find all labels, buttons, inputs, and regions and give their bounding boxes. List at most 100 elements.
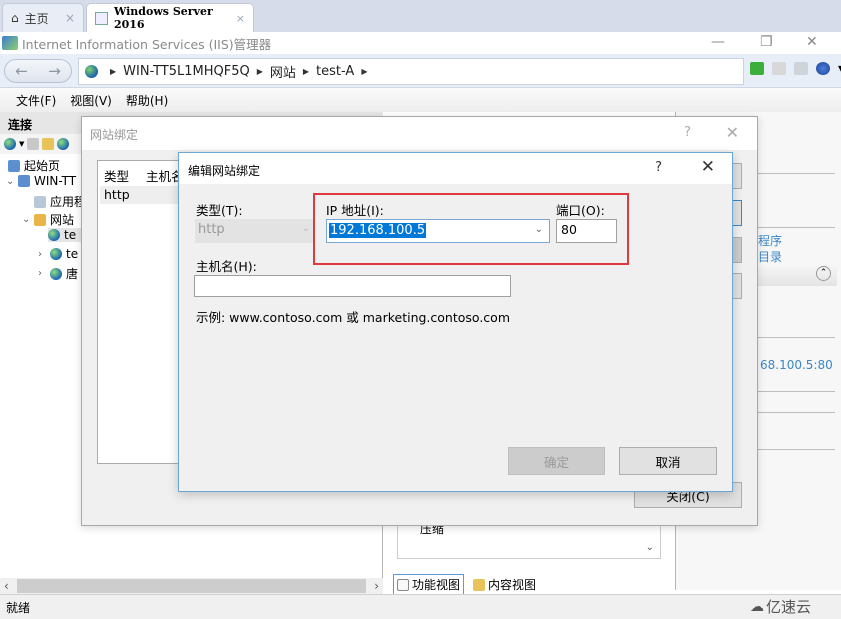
type-label: 类型(T): (196, 203, 243, 218)
scroll-right-icon[interactable]: › (370, 579, 383, 593)
tree-item-server[interactable]: ⌄ WIN-TT (6, 174, 76, 188)
menu-help[interactable]: 帮助(H) (126, 92, 168, 109)
minimize-button[interactable]: — (711, 34, 725, 50)
tree-item-sites[interactable]: ⌄ 网站 (22, 211, 74, 228)
tab-label: Windows Server 2016 (113, 5, 213, 31)
save-icon[interactable] (27, 138, 40, 150)
menu-bar: 文件(F) 视图(V) 帮助(H) (0, 88, 841, 112)
dialog-header: 网站绑定 ? ✕ (82, 117, 757, 150)
restore-button[interactable]: ❐ (760, 34, 773, 50)
nav-buttons: ← → (4, 59, 72, 83)
type-select: http ⌄ (195, 219, 315, 243)
scrollbar-thumb[interactable] (16, 579, 367, 593)
close-icon[interactable]: × (65, 11, 75, 25)
status-bar: 就绪 (0, 594, 841, 619)
app-pool-icon (34, 195, 46, 208)
tab-content-view[interactable]: 内容视图 (470, 575, 539, 594)
dialog-header: 编辑网站绑定 ? ✕ (179, 153, 732, 184)
forward-button[interactable]: → (48, 62, 61, 80)
ok-button[interactable]: 确定 (508, 447, 605, 475)
home-icon: ⌂ (11, 11, 19, 25)
watermark-text: 亿速云 (766, 598, 812, 616)
chevron-down-icon[interactable]: ⌄ (535, 224, 543, 235)
action-link[interactable]: 目录 (758, 248, 782, 265)
tab-label: 功能视图 (412, 578, 461, 592)
address-bar: ← → ▶ WIN-TT5L1MHQF5Q ▶ 网站 ▶ test-A ▶ ▼ (0, 54, 841, 88)
breadcrumb-separator: ▶ (302, 67, 310, 76)
tree-label: 唐 (66, 267, 79, 281)
toolbar-icons: ▼ (750, 62, 841, 75)
chevron-down-icon[interactable]: ⌄ (6, 176, 14, 187)
tree-label: te (66, 247, 79, 261)
help-icon[interactable] (816, 62, 830, 75)
delete-connection-icon[interactable] (57, 138, 70, 150)
port-label: 端口(O): (556, 203, 605, 218)
column-header-type[interactable]: 类型 (104, 166, 129, 185)
tab-label: 内容视图 (488, 578, 537, 592)
close-icon[interactable]: × (236, 12, 245, 25)
tab-features-view[interactable]: 功能视图 (393, 574, 465, 595)
breadcrumb-separator: ▶ (361, 67, 368, 76)
chevron-down-icon[interactable]: ⌄ (646, 542, 654, 553)
tree-label: te (64, 228, 77, 242)
menu-file[interactable]: 文件(F) (16, 92, 56, 109)
server-icon (18, 175, 30, 187)
dialog-title: 网站绑定 (90, 128, 139, 142)
breadcrumb[interactable]: ▶ WIN-TT5L1MHQF5Q ▶ 网站 ▶ test-A ▶ (78, 58, 744, 85)
website-icon (50, 248, 62, 260)
up-folder-icon[interactable] (42, 138, 55, 150)
tree-item-app-pools[interactable]: 应用程 (34, 193, 86, 210)
breadcrumb-site[interactable]: test-A (316, 64, 354, 79)
tree-label: WIN-TT (34, 174, 77, 188)
website-icon (48, 229, 60, 241)
port-field[interactable]: 80 (556, 219, 617, 243)
close-dialog-button[interactable]: ✕ (701, 157, 715, 177)
close-dialog-button[interactable]: ✕ (726, 123, 739, 142)
hostname-field[interactable] (194, 275, 511, 297)
start-page-icon (8, 159, 20, 172)
chevron-down-icon[interactable]: ⌄ (22, 214, 30, 225)
ip-value[interactable]: 192.168.100.5 (329, 223, 427, 238)
scroll-left-icon[interactable]: ‹ (0, 579, 13, 593)
host-label: 主机名(H): (196, 259, 257, 274)
type-value: http (198, 222, 225, 237)
help-button[interactable]: ? (655, 160, 662, 175)
close-window-button[interactable]: ✕ (806, 34, 818, 50)
status-text: 就绪 (6, 601, 31, 615)
ip-address-combobox[interactable]: 192.168.100.5 ⌄ (326, 219, 550, 243)
divider (757, 391, 835, 392)
refresh-icon[interactable] (750, 62, 764, 75)
chevron-right-icon[interactable]: › (38, 249, 46, 260)
home-icon[interactable] (794, 62, 808, 75)
content-view-icon (473, 578, 486, 591)
help-button[interactable]: ? (684, 125, 691, 140)
tab-windows-server[interactable]: Windows Server 2016 × (86, 3, 254, 32)
tree-label: 网站 (50, 213, 75, 227)
menu-view[interactable]: 视图(V) (70, 92, 112, 109)
dialog-title: 编辑网站绑定 (188, 164, 261, 178)
watermark: ☁ 亿速云 (750, 596, 811, 617)
action-link[interactable]: 程序 (758, 232, 782, 249)
chevron-right-icon[interactable]: › (38, 268, 46, 279)
features-view-icon (397, 578, 409, 591)
sites-folder-icon (34, 213, 46, 226)
tree-item-site[interactable]: › te (38, 247, 78, 261)
breadcrumb-server[interactable]: WIN-TT5L1MHQF5Q (123, 64, 250, 79)
collapse-icon[interactable]: ⌃ (816, 266, 831, 281)
actions-section-header[interactable]: ⌃ (745, 264, 837, 286)
tree-item-start-page[interactable]: 起始页 (8, 157, 60, 174)
ip-label: IP 地址(I): (326, 203, 384, 218)
breadcrumb-sites[interactable]: 网站 (270, 62, 296, 81)
cancel-button[interactable]: 取消 (619, 447, 717, 475)
vm-icon (95, 11, 108, 25)
stop-icon[interactable] (772, 62, 786, 75)
binding-link[interactable]: 68.100.5:80 (760, 358, 833, 372)
chevron-down-icon[interactable]: ▼ (19, 140, 24, 148)
tab-home[interactable]: ⌂ 主页 × (2, 3, 84, 32)
horizontal-scrollbar[interactable]: ‹ › (0, 578, 383, 594)
connect-icon[interactable] (4, 138, 16, 150)
breadcrumb-separator: ▶ (110, 67, 117, 76)
tree-item-site[interactable]: › 唐 (38, 265, 78, 282)
view-tabs: 功能视图 内容视图 (393, 574, 539, 595)
back-button[interactable]: ← (15, 62, 28, 80)
